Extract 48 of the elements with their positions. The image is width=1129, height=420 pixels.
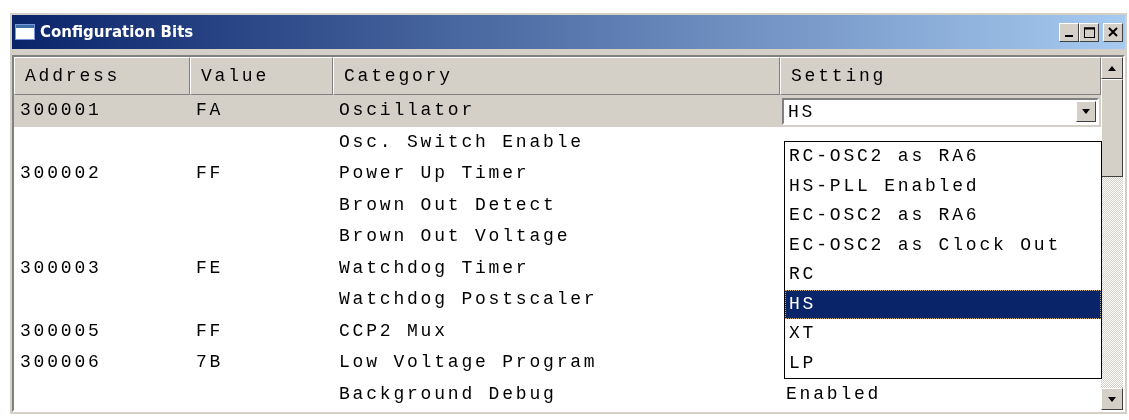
table-row[interactable]: 300001 FA Oscillator HS [14, 95, 1101, 127]
table-cell: Oscillator [339, 100, 476, 120]
table-cell: 7B [196, 352, 224, 372]
close-button[interactable] [1103, 22, 1123, 42]
table-cell: FE [196, 257, 224, 278]
maximize-button[interactable] [1079, 22, 1099, 42]
minimize-icon [1065, 35, 1073, 37]
table-cell: Watchdog Timer [339, 257, 530, 278]
down-arrow-icon [1108, 396, 1116, 402]
table-cell: FF [196, 163, 224, 183]
dropdown-option[interactable]: HS [785, 289, 1101, 319]
dropdown-option[interactable]: LP [785, 348, 1101, 378]
dropdown-button[interactable] [1076, 101, 1096, 122]
table-cell: FF [196, 320, 224, 341]
table-cell: FA [196, 100, 224, 120]
maximize-icon [1083, 26, 1095, 38]
caret-icon [1082, 109, 1090, 114]
minimize-button[interactable] [1059, 22, 1079, 42]
window-icon [15, 24, 35, 40]
dropdown-option[interactable]: RC [785, 260, 1101, 290]
column-header[interactable]: Setting [780, 57, 1101, 95]
column-header[interactable]: Value [190, 57, 333, 95]
up-arrow-icon [1108, 65, 1116, 71]
window-title: Configuration Bits [40, 23, 195, 41]
column-header[interactable]: Category [333, 57, 780, 95]
dropdown-option[interactable]: EC-OSC2 as RA6 [785, 201, 1101, 231]
dropdown-option[interactable]: XT [785, 319, 1101, 349]
table-cell: Background Debug [339, 383, 557, 404]
column-header[interactable]: Address [14, 57, 190, 95]
table-cell: 300006 [20, 352, 102, 372]
table-cell: CCP2 Mux [339, 320, 448, 341]
dropdown-field[interactable]: HS [782, 98, 1099, 125]
dropdown-option[interactable]: HS-PLL Enabled [785, 171, 1101, 201]
table-cell: 300001 [20, 100, 102, 120]
table-cell: 300002 [20, 163, 102, 183]
scroll-up-button[interactable] [1101, 57, 1123, 79]
table-row[interactable]: Background Debug Enabled [14, 378, 1101, 410]
table-cell: Power Up Timer [339, 163, 530, 183]
table-cell: Low Voltage Program [339, 352, 598, 372]
table-cell: Enabled [786, 383, 882, 404]
table-cell: 300005 [20, 320, 102, 341]
close-icon [1108, 27, 1118, 37]
scrollbar[interactable] [1101, 57, 1123, 410]
table-cell: 300003 [20, 257, 102, 278]
scroll-thumb[interactable] [1101, 79, 1123, 177]
scroll-down-button[interactable] [1101, 388, 1123, 410]
dropdown-option[interactable]: EC-OSC2 as Clock Out [785, 230, 1101, 260]
dropdown-option[interactable]: RC-OSC2 as RA6 [785, 142, 1101, 172]
